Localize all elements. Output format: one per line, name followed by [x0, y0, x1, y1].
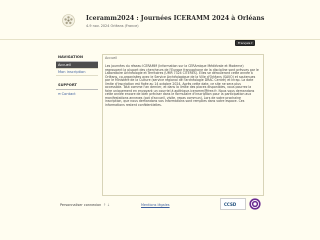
navigation-heading: Navigation: [56, 54, 98, 62]
legal-notice-link[interactable]: Mentions légales: [141, 203, 170, 207]
sidebar: Navigation Accueil Mon inscription Suppo…: [56, 54, 98, 96]
site-title: Iceramm2024 : Journées ICERAMM 2024 à Or…: [86, 15, 265, 22]
contact-link[interactable]: ✉Contact: [56, 90, 98, 96]
footer-login[interactable]: Personnaliser connexion ↑ ↓: [60, 203, 110, 207]
contact-icon: ✉: [58, 92, 61, 96]
main-content: Accueil Les journées du réseau ICERAMM (…: [102, 54, 264, 196]
ccsd-logo[interactable]: CCSD: [220, 198, 246, 210]
footer-arrows-icon: ↑ ↓: [103, 203, 111, 207]
ccsd-logo-text: CCSD: [224, 202, 237, 207]
sciencesconf-logo-icon[interactable]: [249, 198, 261, 210]
support-heading: Support: [56, 82, 98, 90]
site-header: Iceramm2024 : Journées ICERAMM 2024 à Or…: [0, 0, 320, 40]
footer: Personnaliser connexion ↑ ↓ Mentions léga…: [56, 196, 264, 214]
site-subtitle: 4-9 nov. 2024 Orléans (France): [86, 24, 139, 28]
conference-logo-icon: [62, 14, 75, 27]
header-divider: [0, 39, 320, 40]
language-selected-value: Français: [238, 41, 251, 45]
contact-label: Contact: [61, 92, 76, 96]
footer-login-label: Personnaliser connexion: [60, 203, 102, 207]
sidebar-item-accueil[interactable]: Accueil: [56, 62, 98, 69]
welcome-text: Les journées du réseau ICERAMM (Informat…: [105, 64, 259, 108]
language-select[interactable]: Français ▾: [235, 40, 255, 46]
sidebar-item-mon-inscription[interactable]: Mon inscription: [56, 69, 98, 76]
chevron-down-icon: ▾: [250, 41, 253, 45]
